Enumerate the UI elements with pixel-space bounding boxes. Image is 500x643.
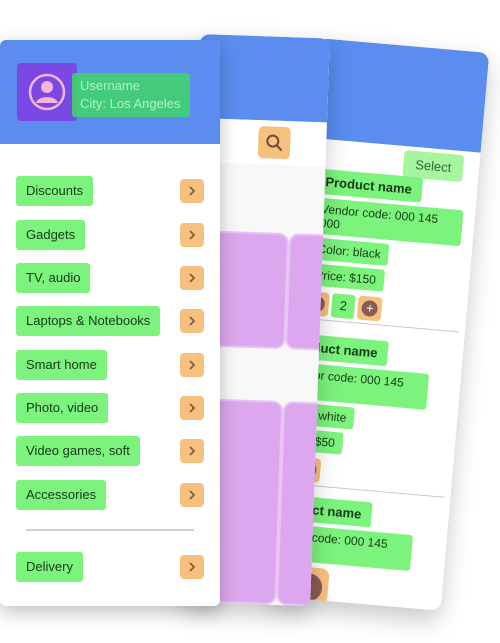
profile-header: Username City: Los Angeles: [0, 40, 220, 144]
menu-item-label: TV, audio: [16, 263, 91, 293]
user-icon: [28, 73, 66, 111]
search-icon: [266, 134, 283, 151]
user-info: Username City: Los Angeles: [72, 73, 190, 117]
search-button[interactable]: [257, 126, 291, 160]
menu-item-label: Gadgets: [16, 220, 86, 250]
plus-icon: +: [361, 299, 379, 318]
menu-item-label: Laptops & Notebooks: [16, 306, 161, 336]
avatar[interactable]: [17, 63, 77, 121]
product-list-header: [309, 38, 490, 153]
product-card-1: Product name Vendor code: 000 145 000 Co…: [303, 168, 466, 328]
quantity-stepper: − 2 +: [303, 290, 456, 328]
menu-divider: [26, 529, 194, 531]
chevron-right-icon[interactable]: [180, 309, 204, 333]
menu-item-label: Photo, video: [16, 393, 109, 423]
menu-item-label: Video games, soft: [16, 436, 140, 466]
username: Username: [80, 78, 140, 93]
menu-screen: Username City: Los Angeles Discounts Gad…: [0, 40, 220, 606]
chevron-right-icon[interactable]: [180, 179, 204, 203]
chevron-right-icon[interactable]: [180, 223, 204, 247]
quantity-value[interactable]: 2: [330, 293, 356, 320]
menu-item-label: Smart home: [16, 350, 107, 380]
menu-item-label: Accessories: [16, 480, 107, 510]
chevron-right-icon[interactable]: [180, 266, 204, 290]
user-city: City: Los Angeles: [80, 96, 181, 111]
chevron-right-icon[interactable]: [180, 555, 204, 579]
chevron-right-icon[interactable]: [180, 396, 204, 420]
chevron-right-icon[interactable]: [180, 483, 204, 507]
chevron-right-icon[interactable]: [180, 353, 204, 377]
chevron-right-icon[interactable]: [180, 439, 204, 463]
increase-button[interactable]: +: [356, 295, 383, 322]
menu-item-label: Delivery: [16, 552, 83, 582]
menu-item-label: Discounts: [16, 176, 94, 206]
